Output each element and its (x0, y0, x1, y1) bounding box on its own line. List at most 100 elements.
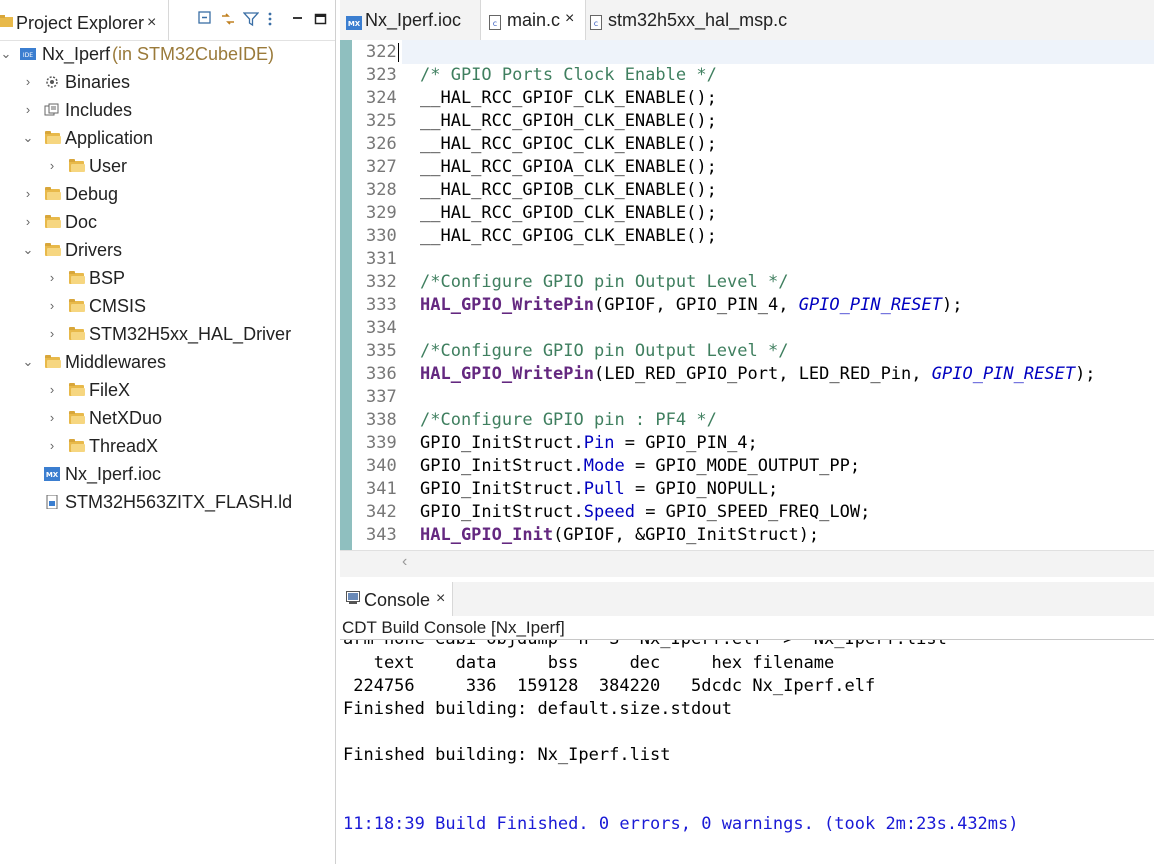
mx-file-icon: MX (346, 16, 362, 30)
tab-label: stm32h5xx_hal_msp.c (608, 10, 788, 30)
code-line: HAL_GPIO_WritePin(GPIOF, GPIO_PIN_4, GPI… (420, 295, 963, 315)
tree-item-middlewares[interactable]: ⌄ Middlewares (0, 350, 335, 374)
console-line: Finished building: default.size.stdout (343, 699, 732, 719)
console-line: text data bss dec hex filename (343, 653, 835, 673)
tree-item-filex[interactable]: › FileX (0, 378, 335, 402)
chevron-right-icon[interactable]: › (46, 406, 58, 430)
code-area[interactable]: /* GPIO Ports Clock Enable */ __HAL_RCC_… (340, 40, 1154, 550)
folder-open-icon (45, 355, 61, 369)
tree-item-label: NetXDuo (89, 408, 163, 428)
chevron-right-icon[interactable]: › (22, 98, 34, 122)
chevron-right-icon[interactable]: › (22, 70, 34, 94)
tree-item-label: Application (65, 128, 154, 148)
tree-item-hal-driver[interactable]: › STM32H5xx_HAL_Driver (0, 322, 335, 346)
code-line: __HAL_RCC_GPIOG_CLK_ENABLE(); (420, 226, 717, 246)
filter-icon[interactable] (243, 11, 259, 27)
tree-item-project-root[interactable]: ⌄ IDE Nx_Iperf (in STM32CubeIDE) (0, 42, 335, 66)
tree-item-label: Middlewares (65, 352, 167, 372)
tab-nx-iperf-ioc[interactable]: MX Nx_Iperf.ioc (340, 0, 480, 40)
tree-item-ioc-file[interactable]: MX Nx_Iperf.ioc (0, 462, 335, 486)
tree-item-label: Binaries (65, 72, 131, 92)
project-explorer-tab-label: Project Explorer (16, 13, 145, 33)
chevron-right-icon[interactable]: › (46, 378, 58, 402)
code-line: HAL_GPIO_WritePin(LED_RED_GPIO_Port, LED… (420, 364, 1096, 384)
svg-text:c: c (493, 19, 497, 28)
chevron-right-icon[interactable]: › (22, 182, 34, 206)
tree-item-drivers[interactable]: ⌄ Drivers (0, 238, 335, 262)
project-explorer-tabbar: Project Explorer × (0, 0, 335, 41)
chevron-right-icon[interactable]: › (22, 210, 34, 234)
folder-icon (69, 411, 85, 425)
tree-item-cmsis[interactable]: › CMSIS (0, 294, 335, 318)
folder-icon (45, 187, 61, 201)
tree-item-doc[interactable]: › Doc (0, 210, 335, 234)
binaries-icon (46, 76, 58, 88)
chevron-right-icon[interactable]: › (46, 266, 58, 290)
tab-hal-msp-c[interactable]: c stm32h5xx_hal_msp.c (584, 0, 804, 40)
c-file-icon: c (590, 15, 602, 30)
chevron-right-icon[interactable]: › (46, 322, 58, 346)
text-cursor (398, 43, 399, 62)
chevron-right-icon[interactable]: › (46, 294, 58, 318)
tree-item-label: Includes (65, 100, 133, 120)
folder-icon (69, 383, 85, 397)
tree-item-includes[interactable]: › Includes (0, 98, 335, 122)
tree-item-ld-file[interactable]: STM32H563ZITX_FLASH.ld (0, 490, 335, 514)
horizontal-scrollbar[interactable]: ‹ (340, 550, 1154, 577)
tree-item-user[interactable]: › User (0, 154, 335, 178)
svg-text:MX: MX (348, 20, 361, 28)
maximize-icon[interactable] (313, 11, 329, 27)
tree-item-label: BSP (89, 268, 126, 288)
includes-icon (44, 103, 59, 116)
chevron-right-icon[interactable]: › (46, 434, 58, 458)
minimize-icon[interactable] (290, 11, 306, 27)
code-line: __HAL_RCC_GPIOB_CLK_ENABLE(); (420, 180, 717, 200)
tree-item-threadx[interactable]: › ThreadX (0, 434, 335, 458)
tree-item-bsp[interactable]: › BSP (0, 266, 335, 290)
linker-file-icon (46, 495, 58, 509)
chevron-down-icon[interactable]: ⌄ (0, 42, 12, 66)
tree-item-binaries[interactable]: › Binaries (0, 70, 335, 94)
folder-icon (0, 15, 13, 27)
tree-item-label: Debug (65, 184, 119, 204)
scroll-left-icon[interactable]: ‹ (402, 553, 407, 571)
tree-item-netxduo[interactable]: › NetXDuo (0, 406, 335, 430)
link-with-editor-icon[interactable] (220, 11, 236, 27)
code-line: GPIO_InitStruct.Pin = GPIO_PIN_4; (420, 433, 758, 453)
console-output[interactable]: arm-none-eabi-objdump -h -S Nx_Iperf.elf… (340, 640, 1154, 864)
tree-item-debug[interactable]: › Debug (0, 182, 335, 206)
code-line: GPIO_InitStruct.Speed = GPIO_SPEED_FREQ_… (420, 502, 871, 522)
folder-icon (69, 159, 85, 173)
tree-item-application[interactable]: ⌄ Application (0, 126, 335, 150)
folder-icon (45, 215, 61, 229)
view-menu-icon[interactable] (266, 11, 274, 27)
folder-open-icon (45, 131, 61, 145)
chevron-down-icon[interactable]: ⌄ (22, 126, 34, 150)
c-file-icon: c (489, 15, 501, 30)
console-line: arm-none-eabi-objdump -h -S Nx_Iperf.elf… (343, 640, 947, 649)
svg-text:MX: MX (46, 471, 59, 479)
tab-console[interactable]: Console × (340, 582, 453, 616)
tab-label: main.c (507, 10, 561, 30)
close-icon[interactable]: × (565, 0, 574, 43)
code-line: HAL_GPIO_Init(GPIOF, &GPIO_InitStruct); (420, 525, 820, 545)
svg-text:c: c (594, 19, 598, 28)
tab-main-c[interactable]: c main.c × (480, 0, 586, 41)
chevron-right-icon[interactable]: › (46, 154, 58, 178)
project-explorer-panel: Project Explorer × ⌄ IDE Nx_Iperf (in ST… (0, 0, 336, 864)
collapse-all-icon[interactable] (198, 11, 214, 27)
chevron-down-icon[interactable]: ⌄ (22, 350, 34, 374)
tree-item-label: FileX (89, 380, 131, 400)
code-line: /* GPIO Ports Clock Enable */ (420, 65, 717, 85)
mx-file-icon: MX (44, 467, 60, 481)
tree-item-label: User (89, 156, 128, 176)
chevron-down-icon[interactable]: ⌄ (22, 238, 34, 262)
code-line: /*Configure GPIO pin : PF4 */ (420, 410, 717, 430)
close-icon[interactable]: × (436, 590, 445, 608)
console-tabbar: Console × (340, 582, 1154, 616)
close-icon[interactable]: × (147, 14, 156, 32)
tree-item-label: Doc (65, 212, 98, 232)
tab-project-explorer[interactable]: Project Explorer × (0, 0, 169, 40)
code-line: __HAL_RCC_GPIOF_CLK_ENABLE(); (420, 88, 717, 108)
build-finished-message: 11:18:39 Build Finished. 0 errors, 0 war… (343, 814, 1019, 834)
